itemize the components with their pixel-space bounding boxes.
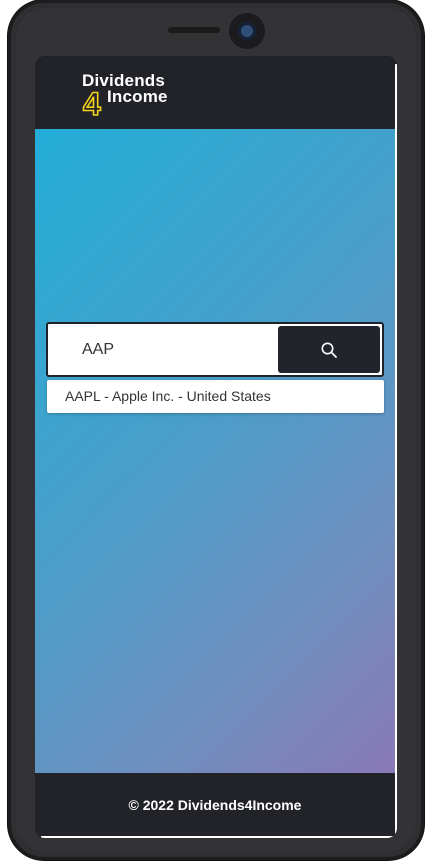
screen-edge-highlight (395, 64, 397, 838)
search-input[interactable] (48, 324, 278, 375)
search-form (46, 322, 384, 377)
app-footer: © 2022 Dividends4Income (35, 773, 395, 836)
search-suggestions: AAPL - Apple Inc. - United States (47, 380, 384, 413)
copyright-text: © 2022 Dividends4Income (128, 797, 302, 813)
app-header: Dividends 4 Income (35, 56, 395, 129)
suggestion-item[interactable]: AAPL - Apple Inc. - United States (47, 380, 384, 413)
svg-text:4: 4 (83, 86, 101, 119)
logo-text-income: Income (107, 87, 168, 106)
front-camera (229, 13, 265, 49)
search-icon (321, 342, 337, 358)
speaker-grille (168, 27, 220, 33)
phone-screen: Dividends 4 Income AAPL - Apple Inc. - U… (35, 56, 397, 838)
brand-logo[interactable]: Dividends 4 Income (82, 71, 182, 119)
main-content: AAPL - Apple Inc. - United States (35, 129, 395, 773)
phone-frame: Dividends 4 Income AAPL - Apple Inc. - U… (8, 0, 424, 860)
search-button[interactable] (278, 326, 380, 373)
logo-four-glyph: 4 (82, 85, 102, 119)
screen-bottom-highlight (41, 836, 397, 838)
